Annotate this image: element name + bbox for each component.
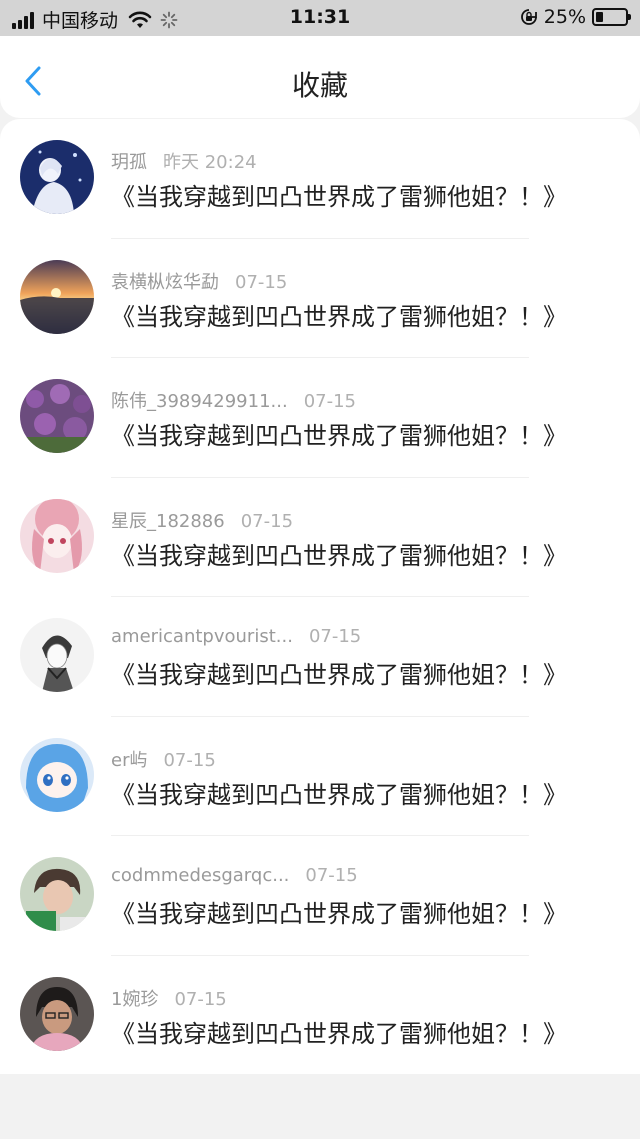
- username[interactable]: americantpvourist...: [111, 626, 293, 647]
- avatar[interactable]: [20, 140, 94, 214]
- timestamp: 07-15: [303, 391, 356, 412]
- list-item[interactable]: 星辰_182886 07-15 《当我穿越到凹凸世界成了雷狮他姐？！》: [0, 478, 640, 597]
- username[interactable]: er屿: [111, 750, 147, 771]
- list-item[interactable]: er屿 07-15 《当我穿越到凹凸世界成了雷狮他姐？！》: [0, 717, 640, 836]
- username[interactable]: 星辰_182886: [111, 511, 225, 532]
- item-meta: 袁横枞炫华勐 07-15: [111, 268, 287, 294]
- wifi-icon: [128, 11, 152, 28]
- timestamp: 07-15: [163, 749, 216, 771]
- carrier-name: 中国移动: [42, 10, 119, 32]
- book-title[interactable]: 《当我穿越到凹凸世界成了雷狮他姐？！》: [111, 1014, 567, 1049]
- book-title[interactable]: 《当我穿越到凹凸世界成了雷狮他姐？！》: [111, 297, 567, 332]
- rotation-lock-icon: [520, 9, 537, 25]
- username[interactable]: 玥孤: [111, 152, 147, 173]
- timestamp: 07-15: [305, 865, 358, 886]
- timestamp: 昨天 20:24: [163, 152, 257, 173]
- timestamp: 07-15: [308, 626, 362, 647]
- avatar[interactable]: [20, 259, 94, 334]
- item-meta: 玥孤 昨天 20:24: [111, 148, 257, 174]
- book-title[interactable]: 《当我穿越到凹凸世界成了雷狮他姐？！》: [111, 536, 567, 571]
- book-title[interactable]: 《当我穿越到凹凸世界成了雷狮他姐？！》: [111, 655, 567, 690]
- status-bar: 中国移动 11:31 25%: [0, 0, 640, 36]
- username[interactable]: 陈伟_3989429911...: [111, 391, 288, 412]
- list-item[interactable]: 陈伟_3989429911... 07-15 《当我穿越到凹凸世界成了雷狮他姐？！…: [0, 358, 640, 478]
- avatar[interactable]: [20, 379, 94, 453]
- book-title[interactable]: 《当我穿越到凹凸世界成了雷狮他姐？！》: [111, 416, 567, 451]
- item-meta: codmmedesgarqc... 07-15: [111, 865, 358, 886]
- status-right: 25%: [520, 6, 631, 28]
- username[interactable]: codmmedesgarqc...: [111, 865, 289, 886]
- list-item[interactable]: 1婉珍 07-15 《当我穿越到凹凸世界成了雷狮他姐？！》: [0, 956, 640, 1076]
- status-left: 中国移动: [12, 6, 184, 33]
- username[interactable]: 1婉珍: [111, 989, 158, 1010]
- item-meta: 星辰_182886 07-15: [111, 507, 293, 533]
- page-title: 收藏: [291, 69, 348, 102]
- item-meta: er屿 07-15: [111, 746, 216, 772]
- book-title[interactable]: 《当我穿越到凹凸世界成了雷狮他姐？！》: [111, 177, 567, 212]
- battery-icon: [592, 8, 631, 26]
- avatar[interactable]: [20, 976, 94, 1051]
- list-item[interactable]: americantpvourist... 07-15 《当我穿越到凹凸世界成了雷狮…: [0, 597, 640, 717]
- timestamp: 07-15: [240, 510, 294, 532]
- item-meta: americantpvourist... 07-15: [111, 626, 361, 647]
- loading-spinner-icon: [160, 11, 178, 28]
- battery-percent: 25%: [543, 6, 586, 28]
- cellular-signal-icon: [12, 11, 34, 29]
- book-title[interactable]: 《当我穿越到凹凸世界成了雷狮他姐？！》: [111, 894, 567, 929]
- list-item[interactable]: 玥孤 昨天 20:24 《当我穿越到凹凸世界成了雷狮他姐？！》: [0, 119, 640, 239]
- battery-fill: [596, 12, 603, 22]
- avatar[interactable]: [20, 618, 94, 692]
- timestamp: 07-15: [235, 271, 288, 293]
- favorites-list: 玥孤 昨天 20:24 《当我穿越到凹凸世界成了雷狮他姐？！》 袁横枞炫华勐 07-…: [0, 119, 640, 1074]
- timestamp: 07-15: [174, 988, 227, 1010]
- username[interactable]: 袁横枞炫华勐: [111, 272, 219, 293]
- avatar[interactable]: [20, 498, 94, 573]
- item-meta: 1婉珍 07-15: [111, 985, 227, 1011]
- list-item[interactable]: codmmedesgarqc... 07-15 《当我穿越到凹凸世界成了雷狮他姐？…: [0, 836, 640, 956]
- avatar[interactable]: [20, 737, 94, 812]
- item-meta: 陈伟_3989429911... 07-15: [111, 387, 356, 413]
- list-item[interactable]: 袁横枞炫华勐 07-15 《当我穿越到凹凸世界成了雷狮他姐？！》: [0, 239, 640, 358]
- nav-bar: 收藏: [0, 36, 640, 118]
- avatar[interactable]: [20, 857, 94, 931]
- book-title[interactable]: 《当我穿越到凹凸世界成了雷狮他姐？！》: [111, 775, 567, 810]
